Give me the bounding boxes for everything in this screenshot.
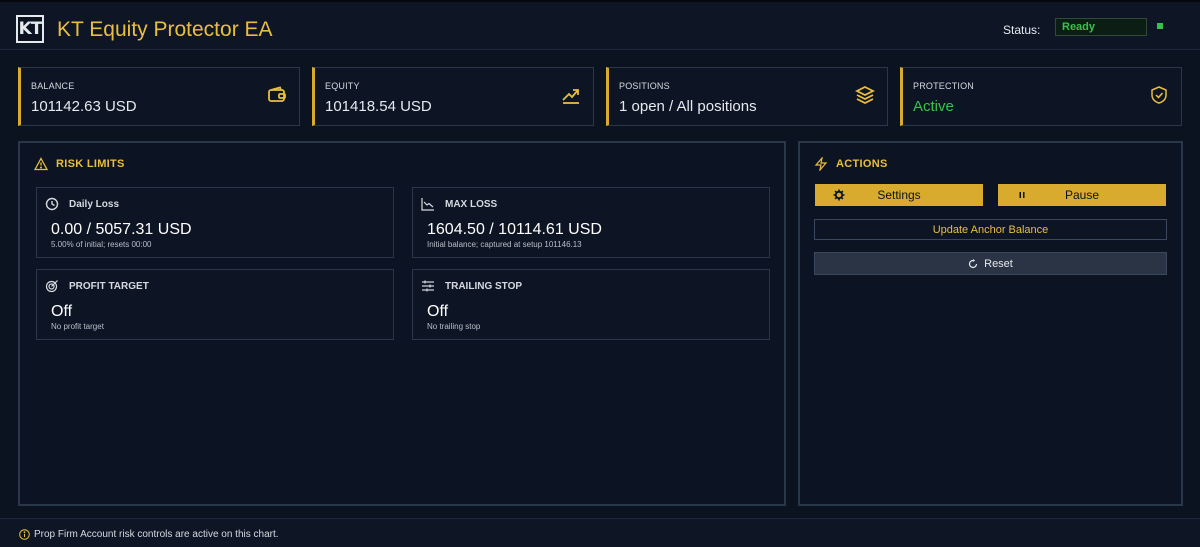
max-loss-value: 1604.50 / 10114.61 USD [427, 221, 602, 238]
reset-button[interactable]: Reset [814, 252, 1167, 275]
actions-title: ACTIONS [836, 158, 888, 170]
status-badge: Ready [1055, 18, 1147, 36]
profit-target-card: PROFIT TARGET Off No profit target [36, 269, 394, 340]
gear-icon [833, 189, 845, 201]
trailing-stop-header: TRAILING STOP [421, 279, 522, 293]
lightning-icon [814, 157, 828, 171]
sliders-icon [422, 280, 434, 292]
settings-button[interactable]: Settings [814, 183, 984, 207]
update-anchor-balance-button[interactable]: Update Anchor Balance [814, 219, 1167, 240]
shield-check-icon [1151, 86, 1167, 104]
app-logo: KT [16, 15, 44, 43]
pause-label: Pause [1064, 188, 1100, 202]
equity-value: 101418.54 USD [325, 98, 432, 115]
max-loss-header: MAX LOSS [421, 197, 497, 211]
positions-card: POSITIONS 1 open / All positions [606, 67, 888, 126]
trailing-stop-card: TRAILING STOP Off No trailing stop [412, 269, 770, 340]
pause-button[interactable]: Pause [997, 183, 1167, 207]
protection-card: PROTECTION Active [900, 67, 1182, 126]
app-title: KT Equity Protector EA [57, 18, 273, 41]
profit-target-note: No profit target [51, 322, 104, 331]
layers-icon [855, 85, 875, 105]
actions-heading: ACTIONS [814, 157, 888, 171]
balance-value: 101142.63 USD [31, 98, 137, 115]
target-icon [45, 280, 58, 293]
trending-up-icon [562, 89, 579, 104]
balance-label: BALANCE [31, 81, 75, 91]
protection-value: Active [913, 98, 954, 115]
status-label: Status: [1003, 23, 1041, 37]
equity-label: EQUITY [325, 81, 360, 91]
clock-icon [45, 197, 59, 211]
pause-icon [1019, 192, 1025, 198]
footer-bar: Prop Firm Account risk controls are acti… [0, 518, 1200, 547]
risk-limits-title: RISK LIMITS [56, 158, 125, 170]
max-loss-title: MAX LOSS [445, 198, 498, 210]
wallet-icon [268, 86, 286, 102]
info-icon [19, 529, 30, 540]
profit-target-header: PROFIT TARGET [45, 279, 149, 293]
risk-limits-heading: RISK LIMITS [34, 157, 125, 171]
refresh-icon [969, 258, 978, 268]
trailing-stop-note: No trailing stop [427, 322, 481, 331]
max-loss-card: MAX LOSS 1604.50 / 10114.61 USD Initial … [412, 187, 770, 258]
daily-loss-note: 5.00% of initial; resets 00:00 [51, 240, 152, 249]
balance-card: BALANCE 101142.63 USD [18, 67, 300, 126]
trending-down-icon [421, 198, 434, 211]
trailing-stop-title: TRAILING STOP [445, 280, 523, 292]
footer-message: Prop Firm Account risk controls are acti… [19, 529, 279, 540]
daily-loss-header: Daily Loss [45, 197, 119, 211]
reset-label: Reset [984, 257, 1013, 270]
profit-target-title: PROFIT TARGET [69, 280, 149, 292]
max-loss-note: Initial balance; captured at setup 10114… [427, 240, 582, 249]
footer-message-text: Prop Firm Account risk controls are acti… [34, 529, 279, 540]
daily-loss-value: 0.00 / 5057.31 USD [51, 221, 192, 238]
risk-limits-panel: RISK LIMITS Daily Loss 0.00 / 5057.31 US… [18, 141, 786, 506]
settings-label: Settings [877, 188, 921, 202]
positions-label: POSITIONS [619, 81, 670, 91]
protection-label: PROTECTION [913, 81, 975, 91]
warning-triangle-icon [34, 157, 48, 171]
actions-panel: ACTIONS Settings Pause Update Anchor Bal… [798, 141, 1183, 506]
status-indicator-icon [1157, 23, 1163, 29]
equity-card: EQUITY 101418.54 USD [312, 67, 594, 126]
profit-target-value: Off [51, 303, 73, 320]
trailing-stop-value: Off [427, 303, 449, 320]
header-bar: KT KT Equity Protector EA Status: Ready [0, 0, 1200, 50]
positions-value: 1 open / All positions [619, 98, 757, 115]
update-anchor-balance-label: Update Anchor Balance [932, 223, 1049, 236]
daily-loss-title: Daily Loss [69, 198, 120, 210]
daily-loss-card: Daily Loss 0.00 / 5057.31 USD 5.00% of i… [36, 187, 394, 258]
